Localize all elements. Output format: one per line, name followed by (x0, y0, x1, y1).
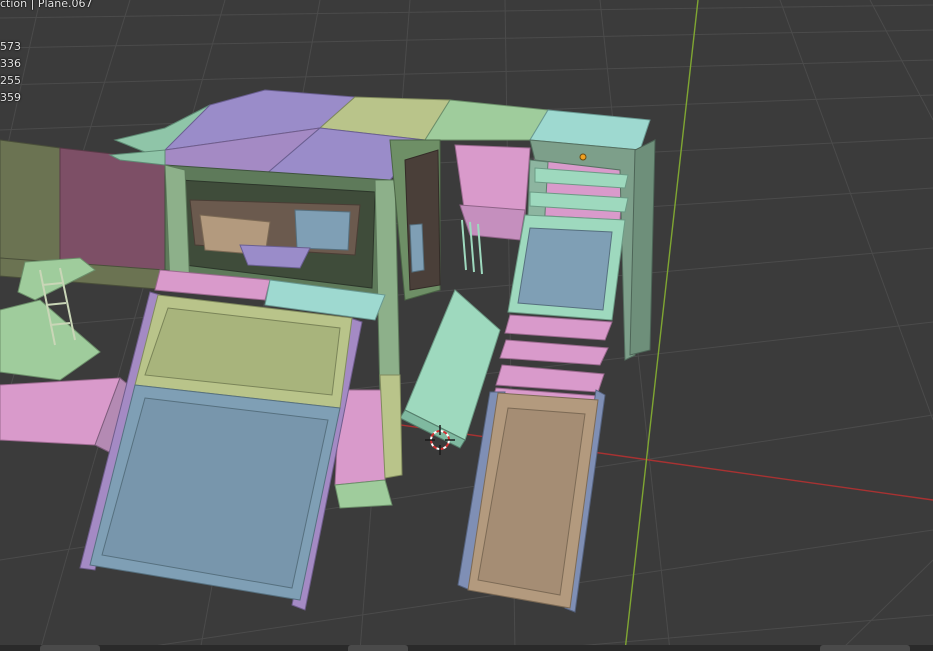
toolbar-tab[interactable] (820, 645, 910, 651)
stat-value: 573 (0, 40, 21, 53)
viewport-header: ction | Plane.067 (0, 0, 93, 10)
stat-value: 359 (0, 91, 21, 104)
stat-value: 255 (0, 74, 21, 87)
toolbar-tab[interactable] (348, 645, 408, 651)
toolbar-tab[interactable] (40, 645, 100, 651)
stat-value: 336 (0, 57, 21, 70)
viewport-scene[interactable] (0, 0, 933, 651)
origin-point-icon (579, 153, 587, 161)
front-ramp[interactable] (79, 291, 363, 611)
right-ramp[interactable] (457, 389, 606, 613)
3d-viewport[interactable]: ction | Plane.067 573 336 255 359 (0, 0, 933, 651)
statistics-overlay: 573 336 255 359 (0, 40, 21, 108)
bottom-toolbar (0, 645, 933, 651)
